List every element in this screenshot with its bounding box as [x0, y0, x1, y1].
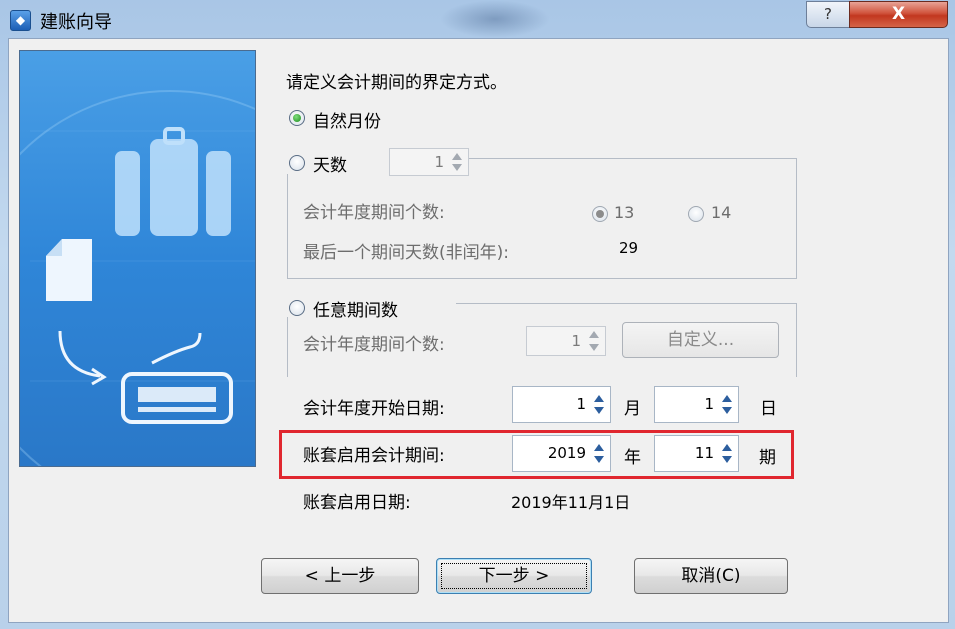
title-bar[interactable]: ◆ 建账向导 ? X: [0, 0, 955, 38]
prev-button[interactable]: < 上一步: [261, 558, 419, 594]
cancel-button[interactable]: 取消(C): [634, 558, 788, 594]
start-day-value: 1: [704, 395, 714, 413]
natural-month-radio[interactable]: [289, 110, 305, 126]
arbitrary-label[interactable]: 任意期间数: [313, 296, 398, 321]
enable-date-value: 2019年11月1日: [511, 493, 631, 512]
arbitrary-period-stepper[interactable]: 1: [526, 326, 606, 356]
start-month-arrows-icon[interactable]: [590, 393, 608, 416]
banner-illustration: [20, 90, 255, 466]
next-button[interactable]: 下一步 >: [436, 558, 592, 594]
next-button-label: 下一步 >: [478, 566, 550, 586]
enable-date-label: 账套启用日期:: [303, 493, 411, 513]
days-value: 1: [434, 153, 444, 171]
arbitrary-radio[interactable]: [289, 300, 305, 316]
days-stepper[interactable]: 1: [389, 148, 469, 176]
prompt-text: 请定义会计期间的界定方式。: [286, 73, 507, 93]
wizard-banner-image: [19, 50, 256, 467]
start-day-stepper[interactable]: 1: [654, 386, 739, 423]
start-month-stepper[interactable]: 1: [512, 386, 611, 423]
days-period-count-label: 会计年度期间个数:: [303, 203, 445, 223]
period-13-radio[interactable]: [592, 206, 608, 222]
close-button[interactable]: X: [849, 1, 948, 28]
start-day-arrows-icon[interactable]: [718, 393, 736, 416]
month-unit: 月: [624, 399, 641, 419]
last-period-days-label: 最后一个期间天数(非闰年):: [303, 243, 509, 263]
days-label[interactable]: 天数: [313, 151, 347, 176]
highlight-box: [279, 430, 794, 479]
last-period-days-value: 29: [619, 239, 639, 257]
arbitrary-period-count-label: 会计年度期间个数:: [303, 335, 445, 355]
dialog-window: ◆ 建账向导 ? X 请定义会计期间的界定方式。 自然月份 天数 1 会计年度期…: [0, 0, 955, 629]
start-month-value: 1: [576, 395, 586, 413]
title-glow: [440, 0, 550, 38]
period-14-label[interactable]: 14: [711, 203, 731, 222]
natural-month-label[interactable]: 自然月份: [313, 107, 381, 132]
start-date-label: 会计年度开始日期:: [303, 399, 445, 419]
days-stepper-arrows-icon[interactable]: [448, 151, 466, 173]
window-title: 建账向导: [40, 12, 112, 33]
arbitrary-period-value: 1: [571, 332, 581, 350]
custom-button[interactable]: 自定义...: [622, 322, 779, 358]
arbitrary-stepper-arrows-icon[interactable]: [585, 329, 603, 353]
app-icon: ◆: [10, 10, 31, 31]
period-14-radio[interactable]: [688, 206, 704, 222]
days-radio[interactable]: [289, 155, 305, 171]
day-unit: 日: [760, 399, 777, 419]
help-button[interactable]: ?: [806, 1, 850, 28]
period-13-label[interactable]: 13: [614, 203, 634, 222]
